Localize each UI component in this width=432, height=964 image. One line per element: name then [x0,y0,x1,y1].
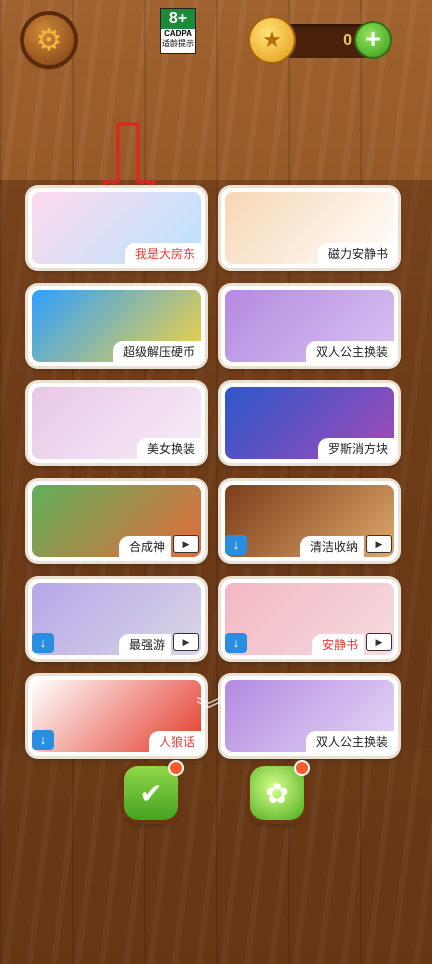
download-icon[interactable]: ↓ [32,633,54,653]
add-coins-button[interactable]: + [356,23,390,57]
bottom-bar [0,748,432,964]
game-card[interactable]: 美女换装 [28,383,205,463]
lime-games-button[interactable]: ✿ [250,760,310,820]
game-card[interactable]: 双人公主换装 [221,286,398,366]
checklist-icon: ✔ [139,777,163,809]
video-play-icon[interactable]: ▶ [173,633,199,651]
coin-balance: ★ 0 + [250,18,390,62]
scroll-more-icon[interactable]: ︾ [196,690,222,727]
game-title: 双人公主换装 [305,731,394,752]
game-card[interactable]: 双人公主换装 [221,676,398,756]
gear-icon: ⚙ [35,23,63,57]
daily-tasks-button[interactable]: ✔ [124,760,184,820]
game-title: 美女换装 [136,438,201,459]
settings-button[interactable]: ⚙ [24,15,74,65]
notification-dot [294,760,310,776]
game-card[interactable]: 安静书 ↓ ▶ [221,579,398,659]
game-title: 双人公主换装 [305,341,394,362]
game-card[interactable]: 磁力安静书 [221,188,398,268]
download-icon[interactable]: ↓ [32,730,54,750]
game-title: 最强游 [118,634,171,655]
game-title: 合成神 [118,536,171,557]
game-card[interactable]: 清洁收纳 ↓ ▶ [221,481,398,561]
video-play-icon[interactable]: ▶ [366,535,392,553]
age-org: CADPA [164,29,192,38]
download-icon[interactable]: ↓ [225,633,247,653]
notification-dot [168,760,184,776]
game-card[interactable]: 人狼话 ↓ [28,676,205,756]
game-card[interactable]: 罗斯消方块 [221,383,398,463]
game-title: 超级解压硬币 [112,341,201,362]
game-title: 清洁收纳 [299,536,364,557]
game-card[interactable]: 我是大房东 [28,188,205,268]
game-title: 罗斯消方块 [317,438,394,459]
lime-icon: ✿ [265,777,289,809]
coin-count: 0 [343,32,352,49]
age-rating-badge: 8+ CADPA 适龄提示 [160,8,196,54]
download-icon[interactable]: ↓ [225,535,247,555]
age-caption: 适龄提示 [162,39,194,48]
game-card[interactable]: 合成神 ▶ [28,481,205,561]
game-title: 人狼话 [148,731,201,752]
game-title: 磁力安静书 [317,243,394,264]
star-coin-icon: ★ [250,18,294,62]
video-play-icon[interactable]: ▶ [366,633,392,651]
game-title: 安静书 [311,634,364,655]
game-card[interactable]: 最强游 ↓ ▶ [28,579,205,659]
video-play-icon[interactable]: ▶ [173,535,199,553]
game-title: 我是大房东 [124,243,201,264]
game-card[interactable]: 超级解压硬币 [28,286,205,366]
age-rating: 8+ [161,9,195,29]
